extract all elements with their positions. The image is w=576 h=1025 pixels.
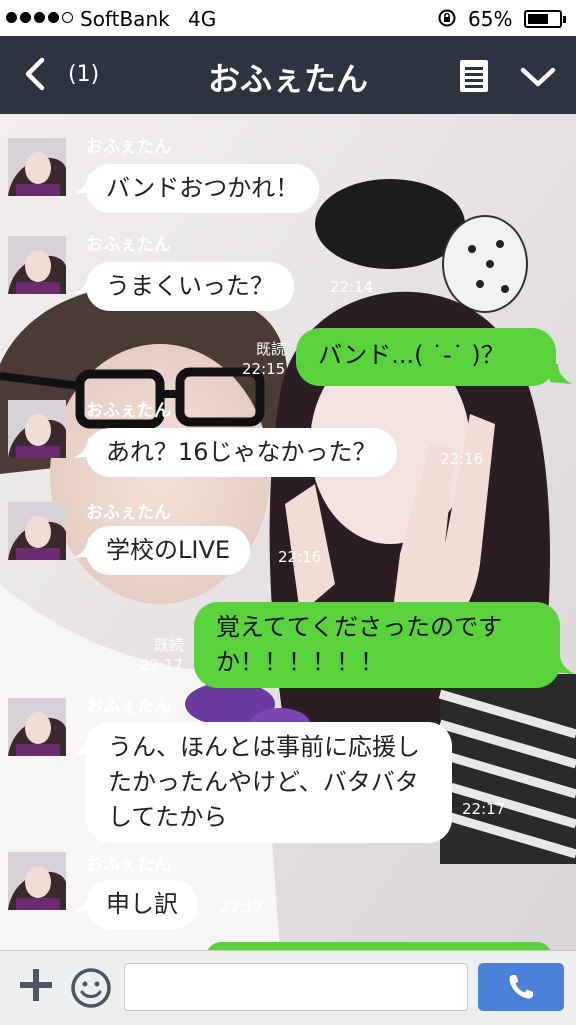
message-bubble-in[interactable]: 学校のLIVE <box>86 526 251 575</box>
avatar[interactable] <box>8 236 66 294</box>
sender-name: おふぇたん <box>86 235 171 255</box>
chevron-down-icon[interactable] <box>518 62 558 92</box>
avatar[interactable] <box>8 698 66 756</box>
read-receipt: 既読 <box>153 636 184 654</box>
chat-header: (1) おふぇたん <box>0 36 576 114</box>
message-input[interactable] <box>124 963 468 1011</box>
message-time: 22:16 <box>278 548 322 566</box>
carrier-label: SoftBank <box>80 7 170 31</box>
message-time: 22:15 <box>242 360 286 378</box>
message-time: 22:17 <box>140 656 184 674</box>
note-menu-icon[interactable] <box>458 58 490 94</box>
battery-percent: 65% <box>468 7 513 31</box>
message-bubble-out[interactable]: バンド...( ˙-˙ )？ <box>296 328 556 386</box>
sender-name: おふぇたん <box>86 855 171 875</box>
message-bubble-in[interactable]: うまくいった？ <box>86 262 294 311</box>
message-bubble-out[interactable]: 覚えててくださったのですか！！！！！！ <box>194 602 560 688</box>
status-bar: SoftBank 4G 22:19 65% <box>0 0 576 36</box>
message-time: 22:17 <box>220 898 264 916</box>
clock: 22:19 <box>262 7 310 25</box>
call-button[interactable] <box>478 963 564 1011</box>
message-bubble-in[interactable]: うん、ほんとは事前に応援したかったんやけど、バタバタしてたから <box>86 722 452 843</box>
avatar[interactable] <box>8 400 66 458</box>
battery-icon <box>524 10 566 28</box>
phone-icon <box>509 975 533 999</box>
message-bubble-out-partial[interactable] <box>206 942 552 950</box>
message-time: 22:14 <box>330 278 374 296</box>
sender-name: おふぇたん <box>86 697 171 717</box>
plus-icon[interactable] <box>18 967 54 1003</box>
message-time: 22:17 <box>462 800 506 818</box>
message-bubble-in[interactable]: あれ？16じゃなかった？ <box>86 428 397 477</box>
sender-name: おふぇたん <box>86 401 171 421</box>
signal-strength-icon <box>6 12 73 23</box>
avatar[interactable] <box>8 138 66 196</box>
network-label: 4G <box>188 7 217 31</box>
sender-name: おふぇたん <box>86 503 171 523</box>
read-receipt: 既読 <box>255 340 286 358</box>
sender-name: おふぇたん <box>86 137 171 157</box>
chat-area[interactable]: おふぇたん バンドおつかれ！ おふぇたん うまくいった？ 22:14 既読 22… <box>0 114 576 950</box>
message-bubble-in[interactable]: バンドおつかれ！ <box>86 164 320 213</box>
emoji-icon[interactable] <box>70 967 112 1009</box>
message-time: 22:16 <box>440 450 484 468</box>
input-bar <box>0 950 576 1025</box>
avatar[interactable] <box>8 852 66 910</box>
avatar[interactable] <box>8 502 66 560</box>
rotation-lock-icon <box>438 9 456 27</box>
message-bubble-in[interactable]: 申し訳 <box>86 880 198 929</box>
